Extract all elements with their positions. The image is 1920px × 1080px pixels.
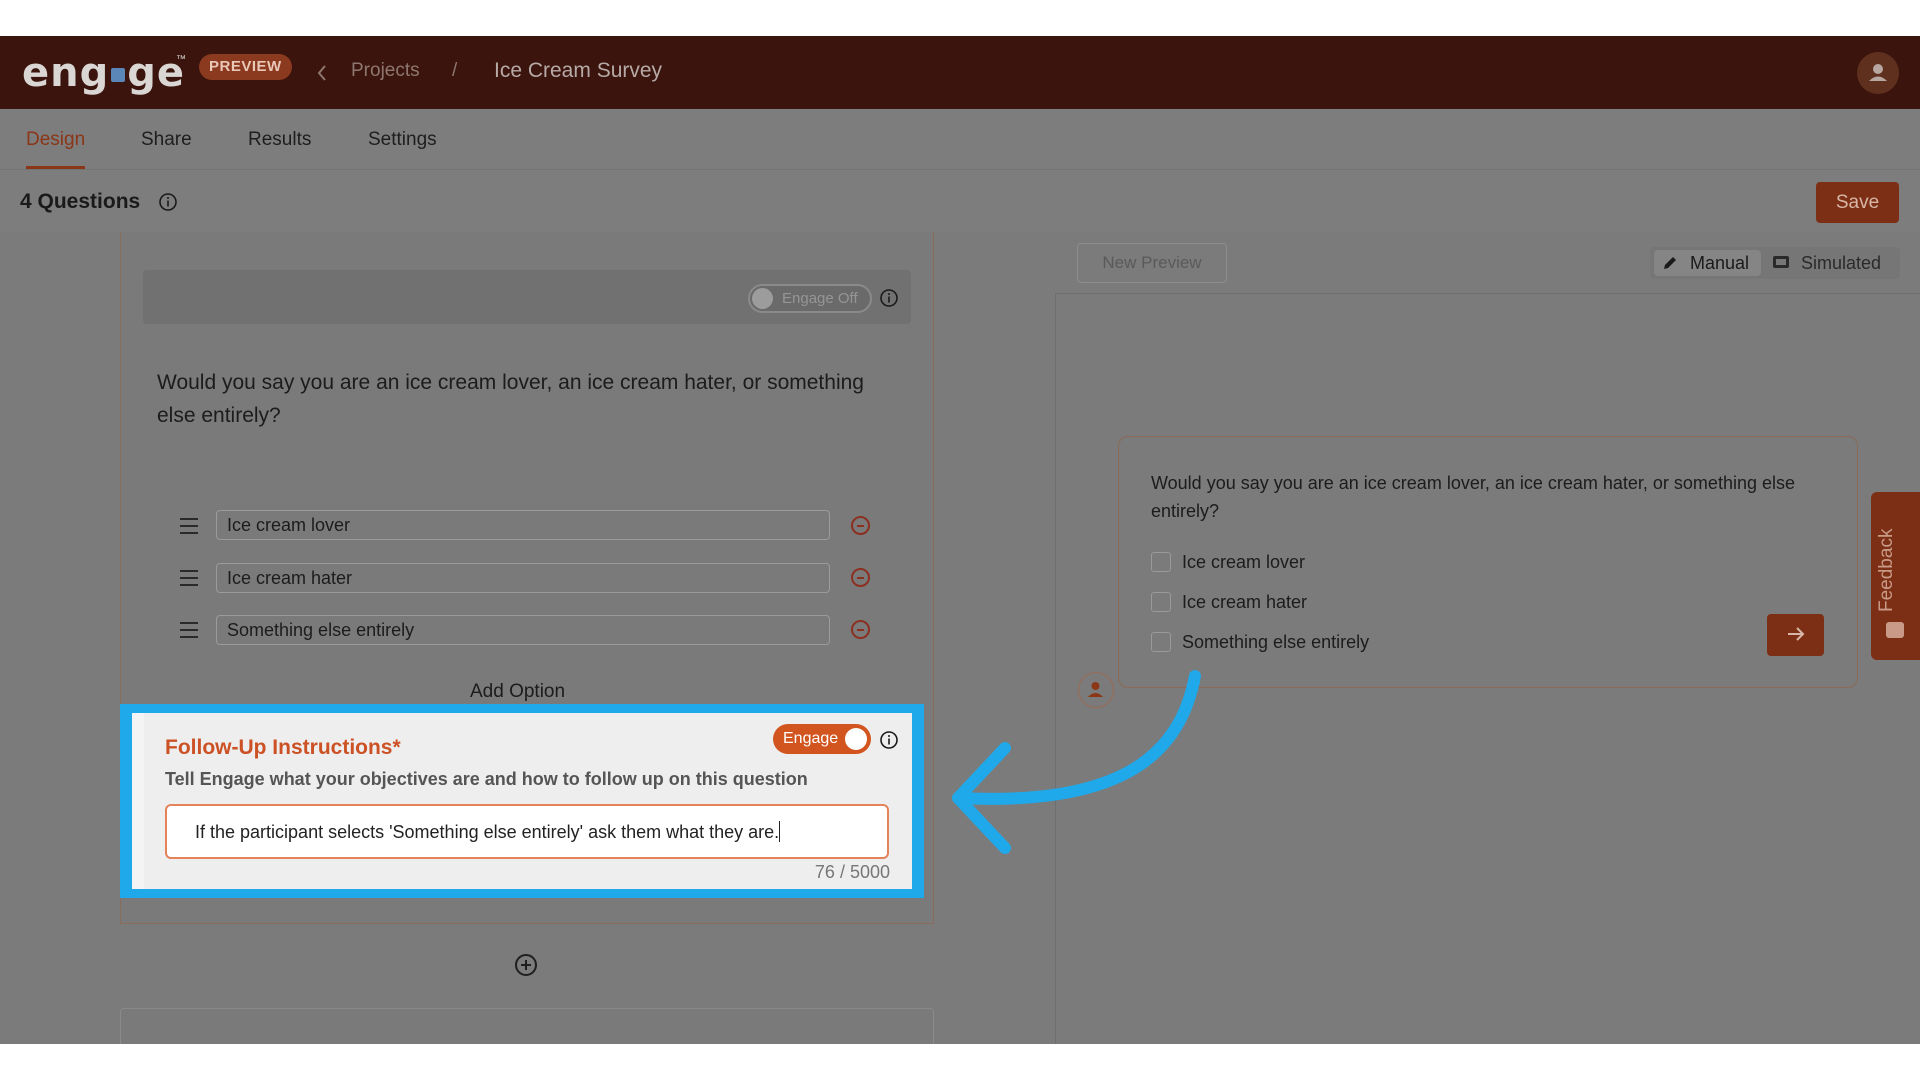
logo-trademark: ™ (176, 54, 186, 65)
tab-results[interactable]: Results (248, 129, 311, 151)
preview-checkbox[interactable] (1151, 552, 1171, 572)
engage-label: Engage (783, 730, 839, 747)
tab-share[interactable]: Share (141, 129, 192, 151)
next-question-card (120, 1008, 934, 1044)
app-stage: eng ge ™ PREVIEW Projects / Ice Cream Sur… (0, 36, 1920, 1044)
preview-option-label[interactable]: Ice cream lover (1182, 552, 1305, 573)
feedback-tab[interactable]: Feedback (1871, 492, 1920, 660)
option-input[interactable]: Something else entirely (216, 615, 830, 645)
chat-icon (1773, 256, 1789, 268)
info-icon[interactable] (158, 192, 178, 212)
participant-avatar (1078, 672, 1114, 708)
toggle-knob (752, 288, 773, 309)
top-bar: eng ge ™ PREVIEW Projects / Ice Cream Sur… (0, 36, 1920, 109)
preview-question-text: Would you say you are an ice cream lover… (1151, 473, 1795, 521)
arrow-right-icon (1787, 626, 1804, 641)
mode-manual-label[interactable]: Manual (1690, 253, 1749, 274)
user-icon (1869, 64, 1887, 81)
active-tab-indicator (26, 166, 85, 169)
question-text[interactable]: Would you say you are an ice cream lover… (157, 366, 897, 432)
breadcrumb-current: Ice Cream Survey (494, 59, 663, 82)
preview-checkbox[interactable] (1151, 592, 1171, 612)
follow-up-instructions-input[interactable]: If the participant selects 'Something el… (165, 804, 889, 859)
question-count: 4 Questions (20, 190, 141, 213)
preview-next-button[interactable] (1767, 614, 1824, 656)
toggle-knob (845, 728, 867, 750)
preview-option-label[interactable]: Something else entirely (1182, 632, 1369, 653)
follow-up-input-value: If the participant selects 'Something el… (195, 822, 780, 842)
drag-handle-icon[interactable] (180, 570, 198, 591)
add-circle-icon[interactable] (515, 954, 537, 976)
option-input[interactable]: Ice cream lover (216, 510, 830, 540)
question-header: 4 Questions Save (0, 170, 1920, 232)
remove-circle-icon[interactable] (851, 568, 870, 587)
user-icon (1088, 682, 1103, 697)
preview-checkbox[interactable] (1151, 632, 1171, 652)
new-preview-button[interactable]: New Preview (1077, 243, 1227, 283)
add-option-button[interactable]: Add Option (470, 681, 565, 703)
text-caret (779, 821, 781, 842)
preview-option-label[interactable]: Ice cream hater (1182, 592, 1307, 613)
info-icon[interactable] (879, 730, 899, 750)
tab-settings[interactable]: Settings (368, 129, 437, 151)
tab-design[interactable]: Design (26, 129, 85, 151)
user-avatar[interactable] (1857, 52, 1899, 94)
pencil-icon (1664, 257, 1676, 269)
follow-up-subtitle: Tell Engage what your objectives are and… (165, 769, 808, 789)
remove-circle-icon[interactable] (851, 620, 870, 639)
breadcrumb-separator: / (452, 60, 458, 81)
option-input[interactable]: Ice cream hater (216, 563, 830, 593)
breadcrumb-projects[interactable]: Projects (351, 60, 420, 82)
engage-logo[interactable]: eng ge (22, 50, 185, 96)
chevron-left-icon[interactable] (316, 64, 328, 82)
save-button[interactable]: Save (1816, 182, 1899, 223)
preview-badge: PREVIEW (199, 54, 292, 80)
tab-bar: Design Share Results Settings (0, 109, 1920, 170)
remove-circle-icon[interactable] (851, 516, 870, 535)
info-icon[interactable] (879, 288, 899, 308)
mode-simulated-label[interactable]: Simulated (1801, 253, 1881, 274)
feedback-label: Feedback (1876, 528, 1897, 612)
character-counter: 76 / 5000 (814, 862, 890, 882)
drag-handle-icon[interactable] (180, 518, 198, 539)
drag-handle-icon[interactable] (180, 622, 198, 643)
engage-off-label: Engage Off (782, 290, 858, 307)
engage-off-toggle[interactable]: Engage Off (748, 284, 872, 313)
feedback-icon (1886, 622, 1904, 638)
engage-on-toggle[interactable]: Engage (773, 724, 871, 754)
follow-up-title: Follow-Up Instructions* (165, 736, 401, 759)
